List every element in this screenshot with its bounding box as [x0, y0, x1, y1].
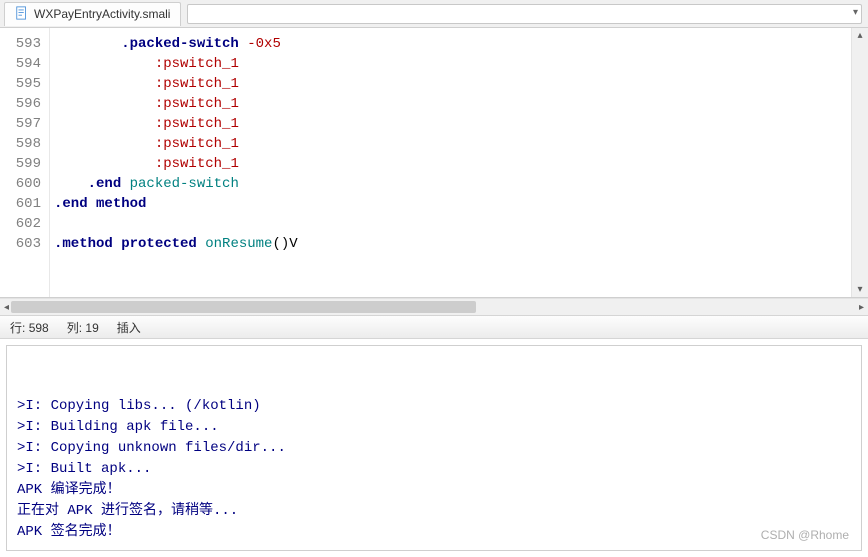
scroll-right-icon[interactable]: ▸ — [859, 302, 864, 313]
horizontal-scrollbar[interactable]: ◂ ▸ — [0, 298, 868, 315]
search-input[interactable] — [187, 4, 862, 24]
code-editor[interactable]: 593594595596597598599600601602603 .packe… — [0, 28, 868, 298]
file-tab[interactable]: WXPayEntryActivity.smali — [4, 2, 181, 26]
file-tab-label: WXPayEntryActivity.smali — [34, 7, 170, 21]
scroll-left-icon[interactable]: ◂ — [4, 302, 9, 313]
status-col: 列: 19 — [67, 319, 99, 336]
vertical-scrollbar[interactable]: ▴ ▾ — [851, 28, 868, 297]
status-row: 行: 598 — [10, 319, 49, 336]
watermark-text: CSDN @Rhome — [761, 526, 849, 544]
status-bar: 行: 598 列: 19 插入 — [0, 315, 868, 339]
tab-bar: WXPayEntryActivity.smali ▾ — [0, 0, 868, 28]
hscroll-track[interactable] — [11, 299, 857, 315]
search-box-wrap: ▾ — [187, 4, 862, 24]
build-output-console[interactable]: >I: Copying libs... (/kotlin)>I: Buildin… — [6, 345, 862, 551]
dropdown-icon[interactable]: ▾ — [853, 7, 858, 18]
smali-file-icon — [15, 6, 29, 23]
scroll-up-icon[interactable]: ▴ — [857, 30, 862, 41]
status-mode: 插入 — [117, 319, 141, 336]
hscroll-thumb[interactable] — [11, 301, 476, 313]
scroll-down-icon[interactable]: ▾ — [857, 284, 862, 295]
line-gutter: 593594595596597598599600601602603 — [0, 28, 50, 297]
code-area[interactable]: .packed-switch -0x5 :pswitch_1 :pswitch_… — [50, 28, 851, 297]
